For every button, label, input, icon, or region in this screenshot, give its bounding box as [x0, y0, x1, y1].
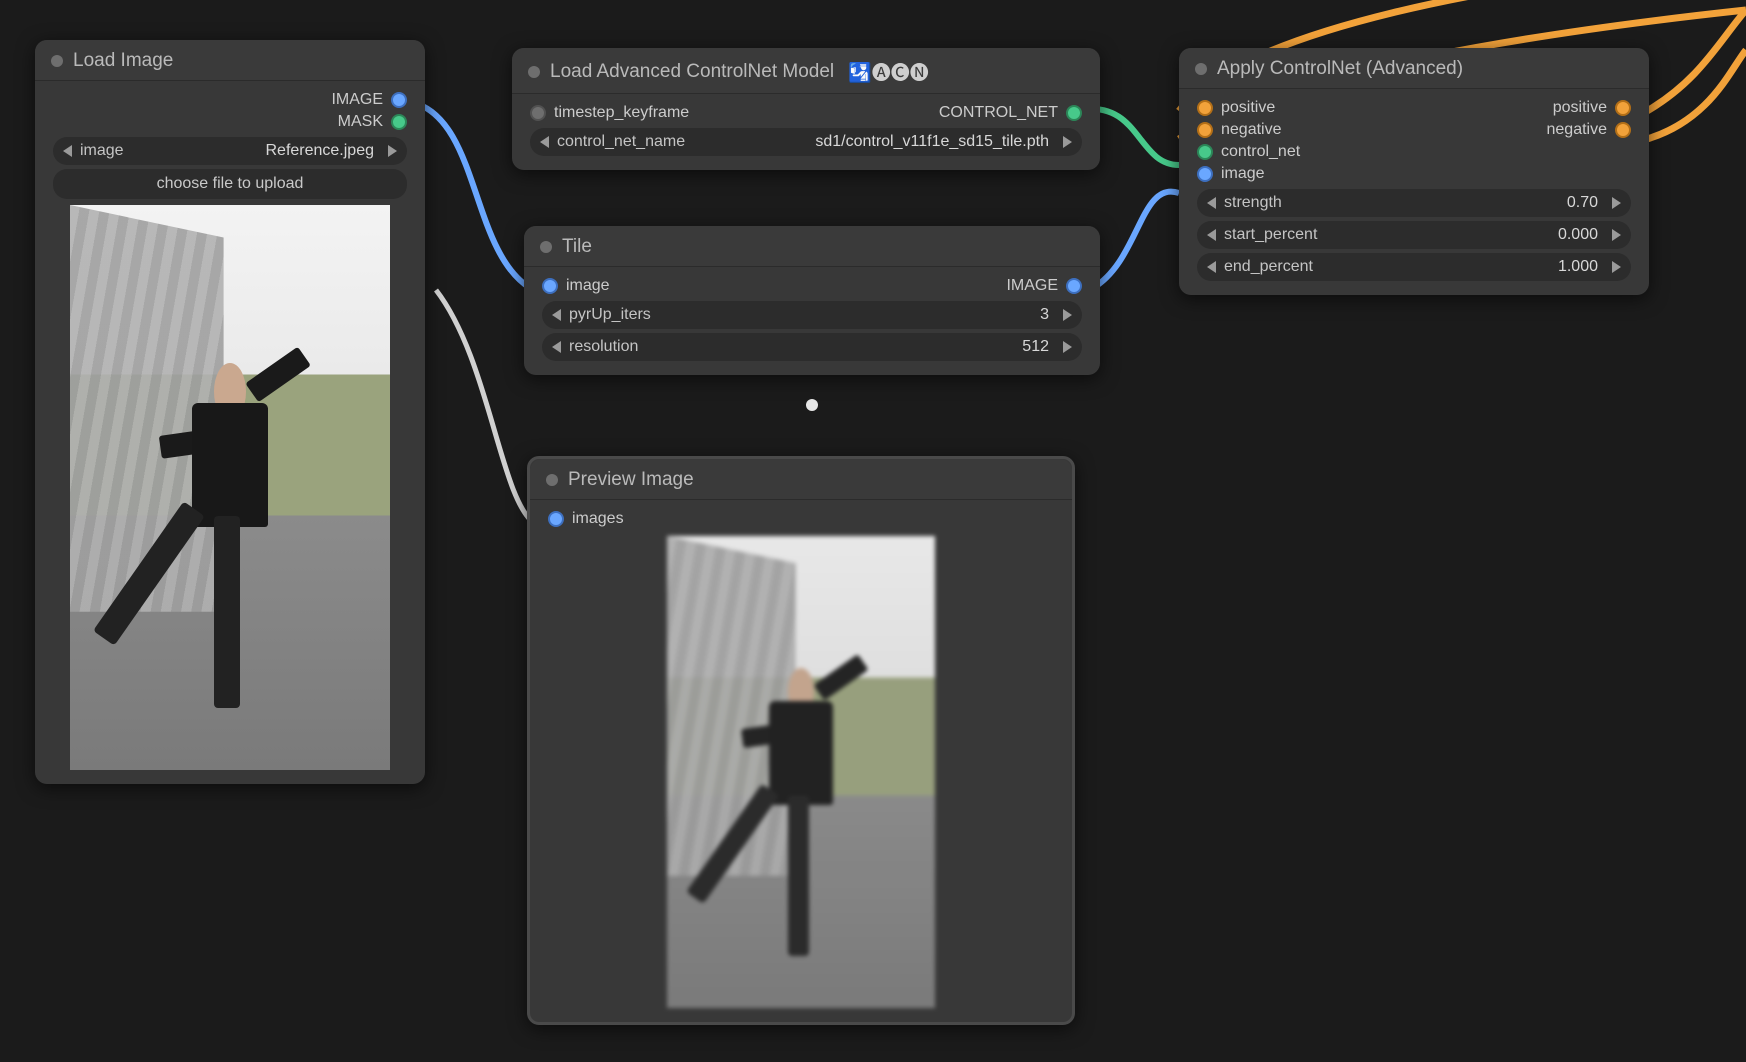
widget-value: Reference.jpeg: [124, 142, 380, 160]
node-load-image[interactable]: Load Image IMAGE MASK image Reference.jp…: [35, 40, 425, 784]
output-port-positive[interactable]: [1615, 100, 1631, 116]
caret-right-icon[interactable]: [1612, 197, 1621, 209]
widget-resolution[interactable]: resolution 512: [542, 333, 1082, 361]
input-port-control-net[interactable]: [1197, 144, 1213, 160]
caret-right-icon[interactable]: [1612, 261, 1621, 273]
input-label-image: image: [1221, 165, 1265, 183]
widget-value: 0.70: [1282, 194, 1604, 212]
output-label-control-net: CONTROL_NET: [939, 104, 1058, 122]
node-load-acn[interactable]: Load Advanced ControlNet Model 🛂🅐🅒🅝 time…: [512, 48, 1100, 170]
collapse-dot-icon[interactable]: [546, 474, 558, 486]
collapse-dot-icon[interactable]: [540, 241, 552, 253]
collapse-dot-icon[interactable]: [528, 66, 540, 78]
input-port-timestep-keyframe[interactable]: [530, 105, 546, 121]
output-label-mask: MASK: [338, 113, 383, 131]
output-label-negative: negative: [1547, 121, 1608, 139]
widget-control-net-name[interactable]: control_net_name sd1/control_v11f1e_sd15…: [530, 128, 1082, 156]
output-label-image: IMAGE: [1006, 277, 1058, 295]
node-title[interactable]: Load Advanced ControlNet Model 🛂🅐🅒🅝: [512, 48, 1100, 94]
widget-value: 0.000: [1317, 226, 1604, 244]
input-label-positive: positive: [1221, 99, 1275, 117]
node-apply-controlnet[interactable]: Apply ControlNet (Advanced) positive pos…: [1179, 48, 1649, 295]
widget-label: strength: [1224, 194, 1282, 212]
input-label-images: images: [572, 510, 624, 528]
output-port-control-net[interactable]: [1066, 105, 1082, 121]
image-preview: [70, 205, 390, 770]
caret-left-icon[interactable]: [1207, 197, 1216, 209]
input-label-timestep-keyframe: timestep_keyframe: [554, 104, 689, 122]
title-text: Load Advanced ControlNet Model: [550, 61, 834, 83]
input-port-image[interactable]: [1197, 166, 1213, 182]
caret-right-icon[interactable]: [1063, 309, 1072, 321]
caret-right-icon[interactable]: [1612, 229, 1621, 241]
widget-image-select[interactable]: image Reference.jpeg: [53, 137, 407, 165]
caret-right-icon[interactable]: [388, 145, 397, 157]
title-badge-icons: 🛂🅐🅒🅝: [848, 58, 929, 85]
widget-label: start_percent: [1224, 226, 1317, 244]
caret-left-icon[interactable]: [1207, 229, 1216, 241]
upload-button[interactable]: choose file to upload: [53, 169, 407, 199]
widget-strength[interactable]: strength 0.70: [1197, 189, 1631, 217]
title-text: Tile: [562, 236, 592, 258]
image-preview: [667, 536, 935, 1008]
widget-value: sd1/control_v11f1e_sd15_tile.pth: [685, 133, 1055, 151]
caret-right-icon[interactable]: [1063, 341, 1072, 353]
input-label-image: image: [566, 277, 610, 295]
input-port-positive[interactable]: [1197, 100, 1213, 116]
input-label-control-net: control_net: [1221, 143, 1300, 161]
title-text: Load Image: [73, 50, 173, 72]
caret-left-icon[interactable]: [552, 309, 561, 321]
widget-label: control_net_name: [557, 133, 685, 151]
widget-value: 3: [651, 306, 1055, 324]
title-text: Apply ControlNet (Advanced): [1217, 58, 1463, 80]
node-title[interactable]: Load Image: [35, 40, 425, 81]
input-port-image[interactable]: [542, 278, 558, 294]
output-port-image[interactable]: [1066, 278, 1082, 294]
output-label-positive: positive: [1553, 99, 1607, 117]
input-port-negative[interactable]: [1197, 122, 1213, 138]
caret-left-icon[interactable]: [63, 145, 72, 157]
widget-label: image: [80, 142, 124, 160]
widget-end-percent[interactable]: end_percent 1.000: [1197, 253, 1631, 281]
output-label-image: IMAGE: [331, 91, 383, 109]
node-preview-image[interactable]: Preview Image images: [527, 456, 1075, 1025]
collapse-dot-icon[interactable]: [1195, 63, 1207, 75]
node-title[interactable]: Tile: [524, 226, 1100, 267]
node-title[interactable]: Preview Image: [530, 459, 1072, 500]
caret-left-icon[interactable]: [540, 136, 549, 148]
input-port-images[interactable]: [548, 511, 564, 527]
widget-value: 1.000: [1313, 258, 1604, 276]
widget-value: 512: [638, 338, 1055, 356]
caret-left-icon[interactable]: [1207, 261, 1216, 273]
node-title[interactable]: Apply ControlNet (Advanced): [1179, 48, 1649, 89]
caret-right-icon[interactable]: [1063, 136, 1072, 148]
widget-pyrup-iters[interactable]: pyrUp_iters 3: [542, 301, 1082, 329]
input-label-negative: negative: [1221, 121, 1282, 139]
caret-left-icon[interactable]: [552, 341, 561, 353]
collapse-dot-icon[interactable]: [51, 55, 63, 67]
widget-label: pyrUp_iters: [569, 306, 651, 324]
output-port-negative[interactable]: [1615, 122, 1631, 138]
output-port-mask[interactable]: [391, 114, 407, 130]
widget-start-percent[interactable]: start_percent 0.000: [1197, 221, 1631, 249]
output-port-image[interactable]: [391, 92, 407, 108]
widget-label: resolution: [569, 338, 638, 356]
node-tile[interactable]: Tile image IMAGE pyrUp_iters 3 resolutio…: [524, 226, 1100, 375]
title-text: Preview Image: [568, 469, 694, 491]
widget-label: end_percent: [1224, 258, 1313, 276]
